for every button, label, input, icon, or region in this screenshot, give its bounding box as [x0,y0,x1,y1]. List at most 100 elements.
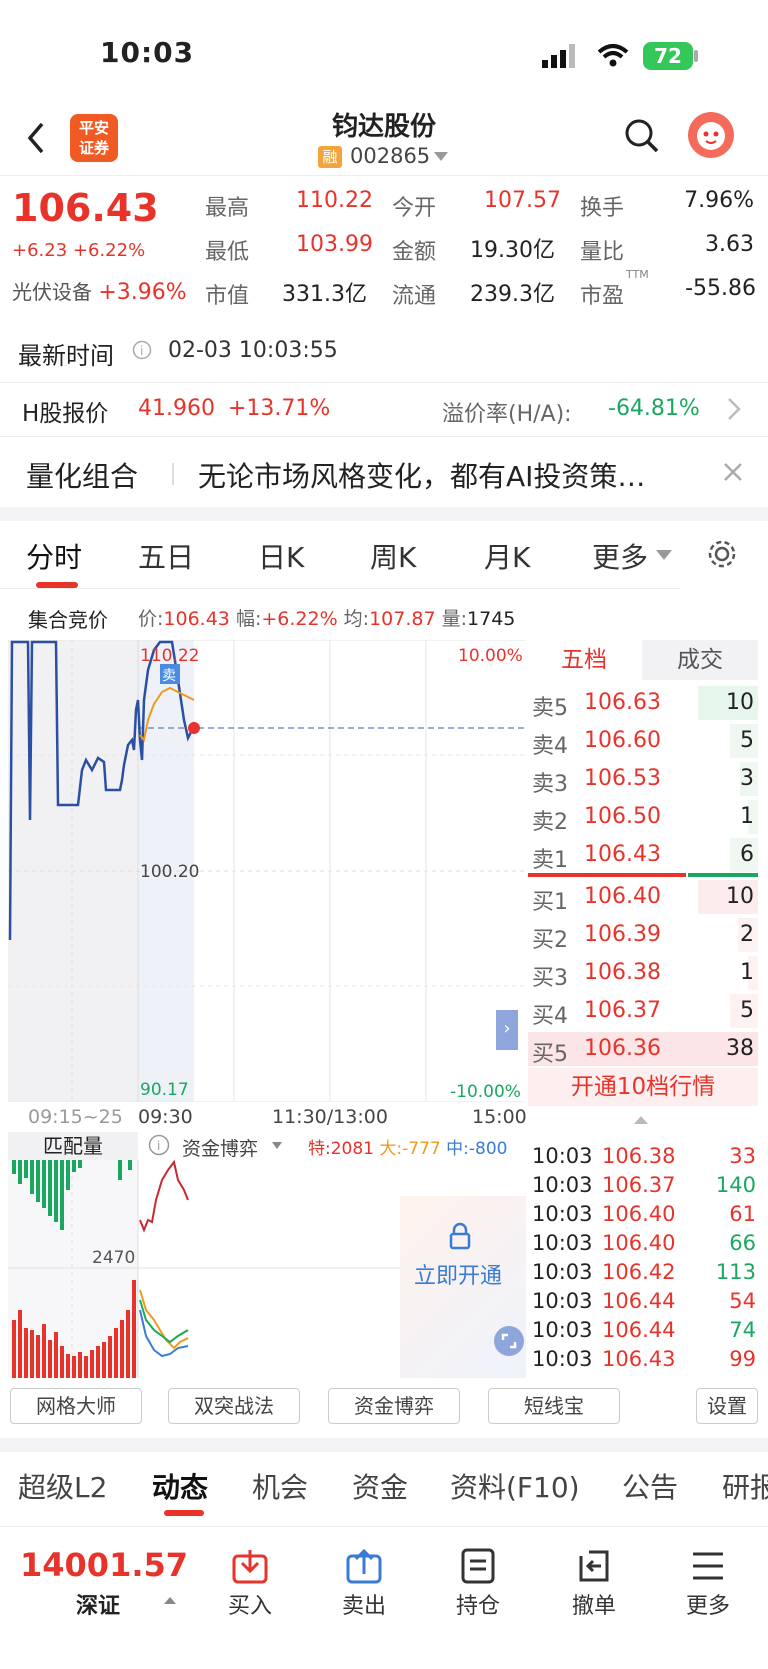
sector-info[interactable]: 光伏设备 +3.96% [12,276,187,305]
tab-five-day[interactable]: 五日 [138,536,194,576]
menu-icon [693,1552,723,1580]
tab-news-feed[interactable]: 动态 [152,1466,208,1506]
caret-down-icon[interactable] [434,152,448,162]
tab-opportunity[interactable]: 机会 [252,1466,308,1506]
trade-tick: 10:03 106.44 54 [532,1289,756,1313]
sell-icon [346,1548,382,1584]
settings-gear-icon[interactable] [706,538,738,570]
auction-label: 集合竞价 [28,608,108,632]
price-axis-low: 90.17 [140,1080,189,1100]
ask-row[interactable]: 卖2 106.50 1 [530,798,758,836]
status-bar: 10:03 72 [0,0,768,100]
cancel-order-button[interactable]: 撤单 [554,1548,634,1620]
indicator-selector[interactable]: 资金博弈 [182,1134,258,1161]
promo-banner[interactable]: 量化组合 无论市场风格变化，都有AI投资策… [0,437,768,507]
expand-orderbook-toggle[interactable]: › [496,1010,518,1050]
trade-tick: 10:03 106.37 140 [532,1173,756,1197]
bid-row[interactable]: 买1 106.40 10 [530,878,758,916]
hshare-price: 41.960 [138,396,215,421]
battery-cap [694,50,698,62]
bid-row[interactable]: 买3 106.38 1 [530,954,758,992]
info-icon[interactable]: i [132,340,152,360]
low-value: 103.99 [296,232,373,257]
open-value: 107.57 [484,188,561,213]
close-icon[interactable] [722,461,744,483]
info-icon[interactable]: i [148,1134,170,1156]
intraday-chart[interactable]: 110.22 100.20 90.17 10.00% -10.00% 卖 › [8,640,526,1102]
unlock-overlay[interactable]: 立即开通 [400,1196,526,1378]
index-name[interactable]: 深证 [76,1588,120,1620]
caret-down-icon[interactable] [656,550,672,562]
spread-bar-ask [688,873,758,877]
fund-flow-chart[interactable]: 2470 立即开通 [8,1159,526,1378]
tab-daily-k[interactable]: 日K [258,536,304,576]
stock-code[interactable]: 002865 [350,144,430,168]
promo-divider [172,463,174,485]
match-volume-tab[interactable]: 匹配量 [8,1132,138,1160]
tab-monthly-k[interactable]: 月K [484,536,530,576]
price-change: +6.23 +6.22% [12,240,146,261]
svg-text:i: i [157,1139,160,1153]
intraday-chart-svg [8,640,526,1102]
premium-label: 溢价率(H/A): [442,402,572,427]
margin-badge: 融 [318,146,342,168]
float-cap-label: 流通 [392,284,437,309]
trade-tick: 10:03 106.44 74 [532,1318,756,1342]
bid-row[interactable]: 买2 106.39 2 [530,916,758,954]
pe-value: -55.86 [685,276,756,301]
buy-button[interactable]: 买入 [210,1548,290,1620]
high-label: 最高 [205,196,250,221]
premium-value: -64.81% [608,396,700,421]
ask-row[interactable]: 卖1 106.43 6 [530,836,758,874]
caret-up-icon[interactable] [634,1114,648,1124]
tab-research[interactable]: 研报 [722,1466,768,1506]
tab-trades[interactable]: 成交 [642,640,758,680]
sell-marker: 卖 [162,668,176,684]
lock-icon [449,1222,471,1250]
caret-down-icon[interactable] [272,1142,282,1150]
assistant-avatar[interactable] [688,112,734,158]
double-breakout-button[interactable]: 双突战法 [168,1388,300,1424]
bid-row[interactable]: 买5 106.36 38 [530,1030,758,1068]
buy-icon [232,1550,268,1584]
chevron-right-icon[interactable] [726,396,742,422]
grid-master-button[interactable]: 网格大师 [10,1388,142,1424]
tab-weekly-k[interactable]: 周K [370,536,416,576]
float-cap-value: 239.3亿 [470,282,555,307]
fund-game-button[interactable]: 资金博弈 [328,1388,460,1424]
tools-settings-button[interactable]: 设置 [696,1388,758,1424]
sell-button[interactable]: 卖出 [324,1548,404,1620]
ask-row[interactable]: 卖4 106.60 5 [530,722,758,760]
promo-text: 无论市场风格变化，都有AI投资策… [198,460,646,493]
search-icon[interactable] [624,118,660,154]
short-line-button[interactable]: 短线宝 [488,1388,620,1424]
fullscreen-icon[interactable] [494,1326,524,1356]
more-button[interactable]: 更多 [668,1548,748,1620]
indicator-values: 特:2081 大:-777 中:-800 [308,1139,508,1159]
bid-row[interactable]: 买4 106.37 5 [530,992,758,1030]
tab-f10[interactable]: 资料(F10) [450,1466,580,1506]
ask-row[interactable]: 卖5 106.63 10 [530,684,758,722]
tab-funds[interactable]: 资金 [352,1466,408,1506]
tab-intraday[interactable]: 分时 [26,536,82,576]
tab-super-l2[interactable]: 超级L2 [18,1466,107,1506]
pe-ttm-sup: TTM [626,268,649,281]
position-button[interactable]: 持仓 [438,1548,518,1620]
tab-order-book[interactable]: 五档 [528,640,640,680]
trade-tick: 10:03 106.40 61 [532,1202,756,1226]
ask-row[interactable]: 卖3 106.53 3 [530,760,758,798]
unlock-button[interactable]: 立即开通 [414,1258,502,1290]
volume-ratio-value: 3.63 [705,232,754,257]
update-time-label: 最新时间 [18,342,114,370]
time-close: 15:00 [472,1106,527,1128]
cellular-signal-icon [542,44,575,68]
promo-tag: 量化组合 [26,460,139,493]
tab-more[interactable]: 更多 [592,536,648,576]
upgrade-level10-button[interactable]: 开通10档行情 [528,1068,758,1106]
volume-ratio-label: 量比 [580,240,625,265]
index-value[interactable]: 14001.57 [20,1546,188,1584]
caret-up-icon[interactable] [164,1596,176,1604]
active-tab-indicator [164,1510,204,1516]
tab-announcements[interactable]: 公告 [622,1466,678,1506]
trade-tick: 10:03 106.40 66 [532,1231,756,1255]
